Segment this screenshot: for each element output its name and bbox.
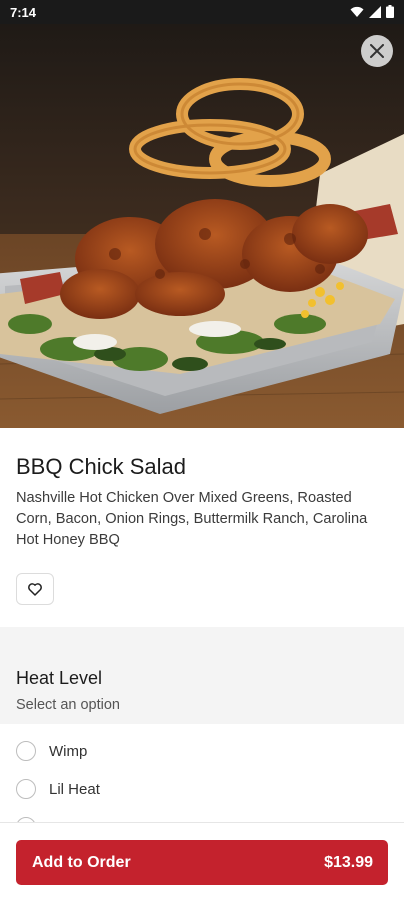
heart-icon <box>28 582 42 596</box>
item-photo <box>0 24 404 428</box>
close-button[interactable] <box>361 35 393 67</box>
item-name: BBQ Chick Salad <box>16 454 186 479</box>
battery-icon <box>386 5 394 18</box>
add-to-order-label: Add to Order <box>32 853 131 871</box>
option-lil-heat[interactable]: Lil Heat <box>16 779 100 799</box>
status-bar: 7:14 <box>0 0 404 24</box>
add-to-order-button[interactable]: Add to Order $13.99 <box>16 840 388 885</box>
option-wimp[interactable]: Wimp <box>16 741 87 761</box>
radio-button[interactable] <box>16 741 36 761</box>
bottom-bar: Add to Order $13.99 <box>0 822 404 901</box>
heat-level-subtitle: Select an option <box>16 697 120 713</box>
status-time: 7:14 <box>10 5 37 20</box>
close-icon <box>370 44 384 58</box>
item-description: Nashville Hot Chicken Over Mixed Greens,… <box>16 490 368 548</box>
favorite-button[interactable] <box>16 573 54 605</box>
signal-icon <box>369 5 381 18</box>
option-label: Wimp <box>49 742 88 760</box>
heat-level-title: Heat Level <box>16 668 103 688</box>
wifi-icon <box>350 6 364 17</box>
option-label: Lil Heat <box>49 780 100 798</box>
radio-button[interactable] <box>16 779 36 799</box>
order-price: $13.99 <box>324 853 373 871</box>
status-icons <box>350 5 394 18</box>
